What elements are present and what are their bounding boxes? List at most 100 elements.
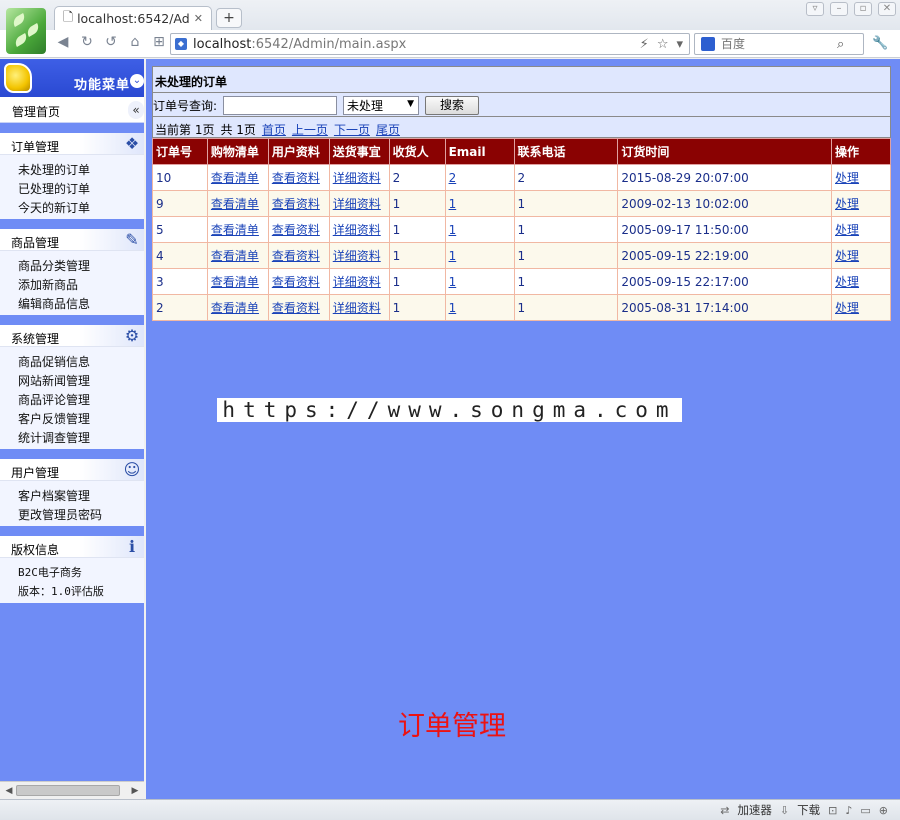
action-link[interactable]: 处理 (835, 301, 859, 315)
sidebar-toggle-icon[interactable]: ⌄ (130, 74, 144, 88)
close-tab-icon[interactable]: ✕ (194, 12, 203, 25)
menu-item-add-product[interactable]: 添加新商品 (0, 273, 144, 292)
new-tab-button[interactable]: + (216, 8, 242, 28)
cell-order-id: 9 (152, 190, 208, 217)
email-link[interactable]: 1 (449, 197, 457, 211)
home-icon[interactable]: ⌂ (126, 34, 144, 50)
menu-item-promotions[interactable]: 商品促销信息 (0, 350, 144, 369)
download-label[interactable]: 下载 (797, 802, 820, 818)
menu-item-unprocessed-orders[interactable]: 未处理的订单 (0, 158, 144, 177)
delivery-link[interactable]: 详细资料 (333, 171, 381, 185)
sound-icon[interactable]: ♪ (845, 804, 852, 817)
cell-order-id: 10 (152, 164, 208, 191)
scroll-right-icon[interactable]: ▶ (128, 784, 142, 798)
action-link[interactable]: 处理 (835, 223, 859, 237)
status-select[interactable]: 未处理 ▼ (343, 96, 420, 115)
browser-search-input[interactable] (721, 37, 831, 51)
email-link[interactable]: 1 (449, 223, 457, 237)
dropdown-icon[interactable]: ▾ (676, 37, 683, 52)
menu-item-edit-product[interactable]: 编辑商品信息 (0, 292, 144, 311)
delivery-link[interactable]: 详细资料 (333, 197, 381, 211)
reload-icon[interactable]: ↻ (78, 34, 96, 50)
back-icon[interactable]: ◀ (54, 34, 72, 50)
cart-link[interactable]: 查看清单 (211, 301, 259, 315)
zoom-icon[interactable]: ⊕ (879, 804, 888, 817)
close-window-icon[interactable]: ✕ (878, 2, 896, 16)
action-link[interactable]: 处理 (835, 249, 859, 263)
cart-link[interactable]: 查看清单 (211, 197, 259, 211)
email-link[interactable]: 1 (449, 249, 457, 263)
menu-item-change-password[interactable]: 更改管理员密码 (0, 503, 144, 522)
email-link[interactable]: 2 (449, 171, 457, 185)
window-icon[interactable]: ▭ (860, 804, 870, 817)
horizontal-scrollbar[interactable]: ◀ ▶ (0, 781, 144, 799)
search-icon[interactable]: ⌕ (837, 37, 844, 52)
action-link[interactable]: 处理 (835, 197, 859, 211)
collapse-icon[interactable]: « (128, 101, 144, 119)
maximize-icon[interactable]: ▫ (854, 2, 872, 16)
pager-first-link[interactable]: 首页 (262, 121, 286, 137)
shield-icon[interactable]: ▿ (806, 2, 824, 16)
menu-group-header[interactable]: 商品管理 ✎ (0, 229, 144, 251)
menu-item-processed-orders[interactable]: 已处理的订单 (0, 177, 144, 196)
menu-item-surveys[interactable]: 统计调查管理 (0, 426, 144, 445)
pager-prev-link[interactable]: 上一页 (292, 121, 328, 137)
delivery-link[interactable]: 详细资料 (333, 275, 381, 289)
email-link[interactable]: 1 (449, 275, 457, 289)
scroll-left-icon[interactable]: ◀ (2, 784, 16, 798)
star-icon[interactable]: ☆ (657, 37, 669, 52)
delivery-link[interactable]: 详细资料 (333, 223, 381, 237)
user-link[interactable]: 查看资料 (272, 171, 320, 185)
menu-item-customer-records[interactable]: 客户档案管理 (0, 484, 144, 503)
menu-item-news[interactable]: 网站新闻管理 (0, 369, 144, 388)
orders-table: 订单号 购物清单 用户资料 送货事宜 收货人 Email 联系电话 订货时间 操… (152, 138, 891, 321)
address-bar[interactable]: ◆ localhost :6542/Admin/main.aspx ⚡ ☆ ▾ (170, 33, 690, 55)
menu-group-header[interactable]: 系统管理 ⚙ (0, 325, 144, 347)
minimize-icon[interactable]: – (830, 2, 848, 16)
sidebar-item-home[interactable]: 管理首页 « (0, 97, 144, 123)
navigation-bar: ◀ ↻ ↺ ⌂ ⊞ ◆ localhost :6542/Admin/main.a… (0, 30, 900, 58)
user-link[interactable]: 查看资料 (272, 301, 320, 315)
cell-cart: 查看清单 (206, 216, 269, 243)
user-link[interactable]: 查看资料 (272, 275, 320, 289)
browser-search-box[interactable]: ⌕ (694, 33, 864, 55)
scroll-thumb[interactable] (16, 785, 120, 796)
action-link[interactable]: 处理 (835, 275, 859, 289)
lightning-icon[interactable]: ⚡ (640, 37, 649, 52)
screenshot-icon[interactable]: ⊡ (828, 804, 837, 817)
cart-link[interactable]: 查看清单 (211, 171, 259, 185)
action-link[interactable]: 处理 (835, 171, 859, 185)
tools-icon[interactable]: 🔧 (872, 36, 888, 51)
cart-link[interactable]: 查看清单 (211, 223, 259, 237)
menu-group-header[interactable]: 版权信息 ℹ (0, 536, 144, 558)
cart-link[interactable]: 查看清单 (211, 275, 259, 289)
browser-tab[interactable]: 🗋 localhost:6542/Admin ✕ (54, 6, 212, 30)
pager-last-link[interactable]: 尾页 (376, 121, 400, 137)
cell-user: 查看资料 (267, 164, 330, 191)
pager-next-link[interactable]: 下一页 (334, 121, 370, 137)
cart-link[interactable]: 查看清单 (211, 249, 259, 263)
grid-icon[interactable]: ⊞ (150, 34, 168, 50)
menu-item-reviews[interactable]: 商品评论管理 (0, 388, 144, 407)
cell-action: 处理 (831, 294, 891, 321)
menu-group-header[interactable]: 用户管理 ☺ (0, 459, 144, 481)
menu-item-feedback[interactable]: 客户反馈管理 (0, 407, 144, 426)
order-number-input[interactable] (223, 96, 338, 115)
history-icon[interactable]: ↺ (102, 34, 120, 50)
accelerator-label[interactable]: 加速器 (737, 802, 772, 818)
search-button[interactable]: 搜索 (425, 96, 480, 115)
menu-group-header[interactable]: 订单管理 ❖ (0, 133, 144, 155)
column-header: Email (444, 138, 515, 165)
page-icon: 🗋 (63, 9, 74, 24)
column-header: 订货时间 (617, 138, 833, 165)
user-link[interactable]: 查看资料 (272, 249, 320, 263)
delivery-link[interactable]: 详细资料 (333, 249, 381, 263)
menu-item-today-orders[interactable]: 今天的新订单 (0, 196, 144, 215)
menu-item-category[interactable]: 商品分类管理 (0, 254, 144, 273)
user-link[interactable]: 查看资料 (272, 223, 320, 237)
email-link[interactable]: 1 (449, 301, 457, 315)
copyright-version: 版本：1.0评估版 (0, 580, 144, 599)
column-header: 购物清单 (206, 138, 269, 165)
delivery-link[interactable]: 详细资料 (333, 301, 381, 315)
user-link[interactable]: 查看资料 (272, 197, 320, 211)
